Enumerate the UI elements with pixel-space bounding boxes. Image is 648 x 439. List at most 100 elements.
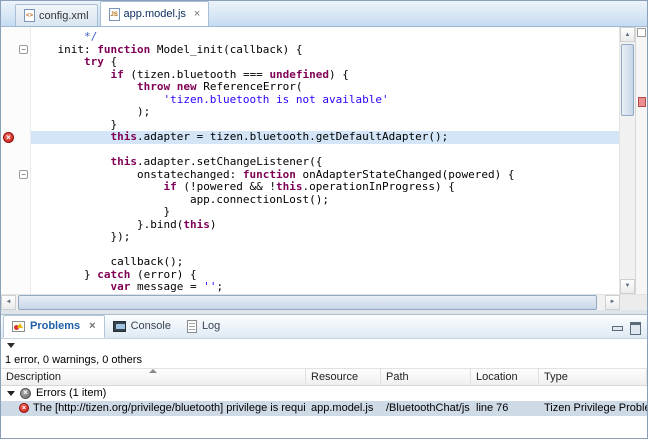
editor-horizontal-scrollbar[interactable] <box>1 294 647 310</box>
fold-collapse-icon[interactable] <box>19 170 28 179</box>
view-tab-log[interactable]: Log <box>179 315 228 338</box>
view-menu-icon[interactable] <box>7 343 15 348</box>
type-text: Tizen Privilege Problem <box>544 402 647 414</box>
column-header-path[interactable]: Path <box>381 369 471 385</box>
column-label: Resource <box>311 371 358 383</box>
sort-indicator-icon <box>149 369 157 373</box>
code-line: var message = ''; <box>31 281 619 294</box>
problems-group-row[interactable]: Errors (1 item) <box>1 386 647 401</box>
code-token: .adapter = tizen.bluetooth.getDefaultAda… <box>137 130 448 143</box>
code-token: 'tizen.bluetooth is not available' <box>163 93 388 106</box>
scrollbar-corner <box>620 295 647 310</box>
code-token: function <box>243 168 296 181</box>
code-token: var <box>110 280 130 293</box>
column-header-description[interactable]: Description <box>1 369 306 385</box>
editor-tab-label: app.model.js <box>124 8 186 20</box>
problems-icon <box>12 321 25 332</box>
cell-type: Tizen Privilege Problem <box>539 402 647 414</box>
vertical-scrollbar-thumb[interactable] <box>621 44 634 116</box>
js-file-icon <box>109 8 120 21</box>
column-header-type[interactable]: Type <box>539 369 647 385</box>
group-label: Errors (1 item) <box>36 387 106 399</box>
log-icon <box>187 320 197 333</box>
code-token: init: <box>31 43 97 56</box>
minimize-icon[interactable] <box>610 320 624 333</box>
code-token: this <box>276 180 303 193</box>
code-token: ; <box>216 280 223 293</box>
column-header-location[interactable]: Location <box>471 369 539 385</box>
xml-file-icon <box>24 9 35 22</box>
problem-row[interactable]: The [http://tizen.org/privilege/bluetoot… <box>1 401 647 416</box>
code-token: new <box>177 80 197 93</box>
code-token: ); <box>31 105 150 118</box>
view-tab-problems[interactable]: Problems <box>3 315 105 338</box>
code-token <box>31 155 110 168</box>
code-token: (!powered && ! <box>177 180 276 193</box>
column-label: Location <box>476 371 518 383</box>
code-token <box>31 68 110 81</box>
code-token: (error) { <box>130 268 196 281</box>
code-token: } <box>31 268 97 281</box>
editor-tab-label: config.xml <box>39 10 89 22</box>
view-window-buttons <box>610 320 642 333</box>
view-toolbar <box>1 339 647 352</box>
editor-vertical-scrollbar[interactable] <box>619 27 635 294</box>
code-token: onAdapterStateChanged(powered) { <box>296 168 515 181</box>
overview-ruler-header[interactable] <box>637 28 646 37</box>
scroll-down-icon[interactable] <box>620 279 635 294</box>
problems-summary: 1 error, 0 warnings, 0 others <box>1 352 647 368</box>
code-token: (tizen.bluetooth === <box>124 68 270 81</box>
editor-tab-app-model-js[interactable]: app.model.js <box>100 1 210 26</box>
code-token: onstatechanged: <box>31 168 243 181</box>
code-token: undefined <box>269 68 329 81</box>
editor-tab-config-xml[interactable]: config.xml <box>15 4 98 26</box>
code-token <box>170 80 177 93</box>
code-token <box>31 130 110 143</box>
close-icon[interactable] <box>89 322 95 331</box>
view-tab-label: Problems <box>30 320 80 332</box>
expander-icon[interactable] <box>7 391 15 396</box>
console-icon <box>113 321 126 332</box>
maximize-icon[interactable] <box>628 320 642 333</box>
code-token: function <box>97 43 150 56</box>
editor-body: */ init: function Model_init(callback) {… <box>1 27 647 294</box>
code-token: if <box>163 180 176 193</box>
problems-table-header: Description Resource Path Location Type <box>1 368 647 386</box>
folding-ruler <box>17 27 31 294</box>
problem-description-text: The [http://tizen.org/privilege/bluetoot… <box>33 402 306 414</box>
error-marker-icon[interactable] <box>3 132 14 143</box>
cell-description: The [http://tizen.org/privilege/bluetoot… <box>1 402 306 414</box>
close-icon[interactable] <box>194 10 200 19</box>
bottom-tab-bar: Problems Console Log <box>1 315 647 339</box>
column-label: Description <box>6 371 61 383</box>
code-editor[interactable]: */ init: function Model_init(callback) {… <box>31 27 619 294</box>
cell-resource: app.model.js <box>306 402 381 414</box>
code-line: init: function Model_init(callback) { <box>31 44 619 57</box>
editor-tab-bar: config.xml app.model.js <box>1 1 647 27</box>
view-tab-console[interactable]: Console <box>105 315 179 338</box>
overview-error-marker[interactable] <box>638 97 646 107</box>
code-token: this <box>110 155 137 168</box>
overview-ruler[interactable] <box>635 27 647 294</box>
scroll-left-icon[interactable] <box>1 295 16 310</box>
code-line: }); <box>31 231 619 244</box>
horizontal-scroll-track[interactable] <box>16 295 605 310</box>
code-token: this <box>110 130 137 143</box>
view-tab-label: Console <box>131 320 171 332</box>
scroll-right-icon[interactable] <box>605 295 620 310</box>
code-token: }); <box>31 230 130 243</box>
errors-group-icon <box>20 388 31 399</box>
fold-collapse-icon[interactable] <box>19 45 28 54</box>
column-header-resource[interactable]: Resource <box>306 369 381 385</box>
code-line: this.adapter = tizen.bluetooth.getDefaul… <box>31 131 619 144</box>
code-token: this <box>183 218 210 231</box>
column-label: Type <box>544 371 568 383</box>
code-token: app.connectionLost(); <box>31 193 329 206</box>
horizontal-scrollbar-thumb[interactable] <box>18 295 597 310</box>
code-token: if <box>110 68 123 81</box>
scroll-up-icon[interactable] <box>620 27 635 42</box>
code-token: '' <box>203 280 216 293</box>
code-token <box>31 180 163 193</box>
code-token: .adapter.setChangeListener({ <box>137 155 322 168</box>
annotation-ruler <box>1 27 17 294</box>
